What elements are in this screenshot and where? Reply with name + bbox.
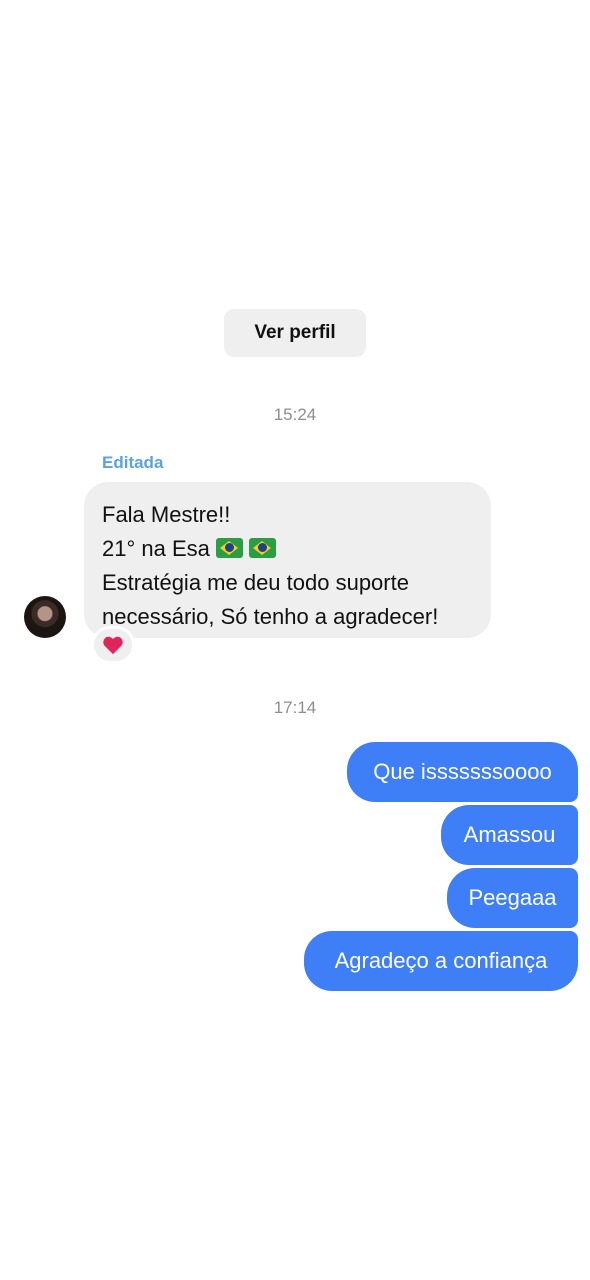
heart-icon (103, 636, 123, 655)
message-line-with-flags: 21° na Esa (102, 532, 473, 566)
view-profile-button[interactable]: Ver perfil (224, 309, 366, 357)
message-line: Estratégia me deu todo suporte (102, 570, 409, 595)
outgoing-message-bubble[interactable]: Amassou (441, 805, 578, 865)
message-line-text: 21° na Esa (102, 536, 210, 561)
brazil-flag-icon (248, 538, 276, 558)
incoming-message-bubble[interactable]: Fala Mestre!! 21° na Esa Estratégia me d… (84, 482, 491, 638)
outgoing-message-bubble[interactable]: Agradeço a confiança (304, 931, 578, 991)
timestamp: 15:24 (273, 405, 317, 424)
brazil-flag-icon (215, 538, 243, 558)
message-line: Fala Mestre!! (102, 502, 231, 527)
outgoing-message-bubble[interactable]: Que isssssssoooo (347, 742, 578, 802)
reaction-badge[interactable] (91, 626, 135, 664)
timestamp: 17:14 (273, 698, 317, 717)
avatar[interactable] (24, 596, 66, 638)
edited-label: Editada (102, 453, 164, 472)
outgoing-message-bubble[interactable]: Peegaaa (447, 868, 578, 928)
message-line: necessário, Só tenho a agradecer! (102, 604, 439, 629)
